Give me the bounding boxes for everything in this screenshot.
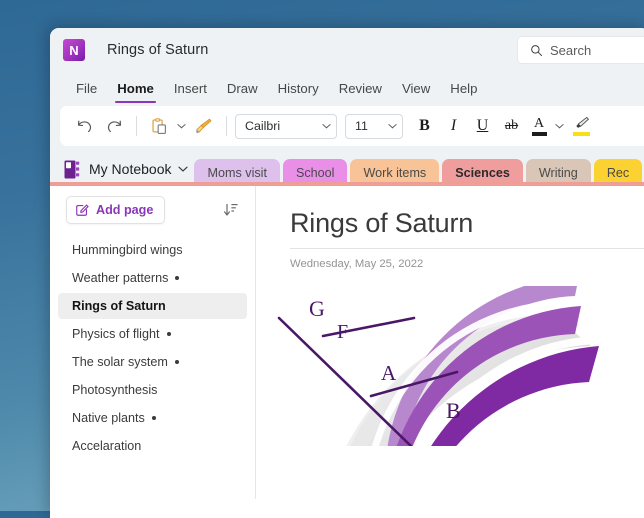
ribbon-toolbar: Cailbri 11 B I U ab A (60, 106, 644, 146)
font-size-select[interactable]: 11 (345, 113, 403, 139)
menu-bar: File Home Insert Draw History Review Vie… (50, 72, 644, 106)
notebook-name: My Notebook (89, 161, 172, 177)
page-item-label: Weather patterns (72, 271, 169, 285)
page-list-item-hummingbird-wings[interactable]: Hummingbird wings (58, 237, 247, 263)
page-list-item-the-solar-system[interactable]: The solar system (58, 349, 247, 375)
font-name-select[interactable]: Cailbri (235, 113, 337, 139)
highlight-color-swatch (572, 132, 590, 136)
menu-item-file[interactable]: File (66, 72, 107, 106)
font-color-chevron[interactable] (553, 112, 566, 140)
page-sidebar: Add page Hummingbird wings Weather patte… (50, 186, 256, 499)
content-area: Add page Hummingbird wings Weather patte… (50, 186, 644, 499)
page-list-item-photosynthesis[interactable]: Photosynthesis (58, 377, 247, 403)
page-list-item-physics-of-flight[interactable]: Physics of flight (58, 321, 247, 347)
unread-dot-icon (175, 276, 180, 280)
menu-item-home[interactable]: Home (107, 72, 164, 106)
redo-button[interactable] (100, 112, 128, 140)
notebook-icon (64, 160, 80, 178)
add-page-label: Add page (96, 203, 154, 217)
ring-label-a: A (381, 361, 397, 385)
paste-options-chevron[interactable] (175, 112, 188, 140)
menu-item-draw[interactable]: Draw (217, 72, 268, 106)
highlighter-pen-icon (575, 116, 589, 128)
font-color-letter: A (533, 115, 545, 131)
page-title-divider (290, 248, 644, 249)
font-color-button[interactable]: A (527, 115, 551, 136)
paste-button[interactable] (145, 112, 173, 140)
sort-pages-icon (224, 203, 238, 216)
search-input-placeholder: Search (550, 42, 592, 58)
add-page-pencil-icon (76, 204, 89, 216)
sort-pages-button[interactable] (221, 200, 241, 220)
clipboard-paste-icon (151, 117, 166, 134)
page-list-item-accelaration[interactable]: Accelaration (58, 433, 247, 459)
italic-button[interactable]: I (440, 117, 467, 135)
window-title: Rings of Saturn (107, 42, 209, 58)
chevron-down-icon (322, 124, 331, 129)
page-list-item-weather-patterns[interactable]: Weather patterns (58, 265, 247, 291)
chevron-down-icon (388, 124, 397, 129)
page-list-item-native-plants[interactable]: Native plants (58, 405, 247, 431)
search-box[interactable]: Search (518, 37, 644, 63)
undo-arrow-icon (77, 120, 91, 132)
page-item-label: Native plants (72, 411, 145, 425)
format-painter-brush-icon (196, 118, 212, 134)
page-date[interactable]: Wednesday, May 25, 2022 (290, 258, 644, 270)
section-tab-bar: My Notebook Moms visit School Work items… (50, 152, 644, 186)
menu-item-review[interactable]: Review (329, 72, 392, 106)
saturn-rings-diagram[interactable]: G F A B (261, 286, 621, 446)
ring-label-b: B (446, 398, 461, 423)
unread-dot-icon (151, 416, 156, 420)
ring-label-f: F (337, 321, 348, 343)
onenote-logo-icon: N (63, 39, 85, 61)
page-item-label: Accelaration (72, 439, 142, 453)
page-item-label: The solar system (72, 355, 168, 369)
underline-button[interactable]: U (469, 117, 496, 135)
notebook-picker[interactable]: My Notebook (50, 152, 189, 186)
page-item-label: Physics of flight (72, 327, 160, 341)
menu-item-insert[interactable]: Insert (164, 72, 217, 106)
menu-item-help[interactable]: Help (440, 72, 487, 106)
page-title[interactable]: Rings of Saturn (290, 208, 644, 239)
chevron-down-icon (555, 124, 564, 129)
bold-button[interactable]: B (411, 117, 438, 135)
undo-button[interactable] (70, 112, 98, 140)
sidebar-toolbar: Add page (50, 195, 255, 225)
add-page-button[interactable]: Add page (66, 196, 166, 224)
redo-arrow-icon (107, 120, 121, 132)
unread-dot-icon (166, 332, 171, 336)
title-bar: N Rings of Saturn Search (50, 28, 644, 72)
menu-item-history[interactable]: History (268, 72, 329, 106)
font-color-swatch (531, 131, 547, 136)
chevron-down-icon (178, 166, 189, 172)
highlighter-button[interactable] (568, 116, 594, 136)
page-item-label: Rings of Saturn (72, 299, 166, 313)
page-list: Hummingbird wings Weather patterns Rings… (50, 237, 255, 459)
font-size-value: 11 (355, 119, 368, 133)
ring-label-g: G (309, 296, 325, 321)
search-icon (531, 44, 543, 56)
ribbon-separator-1 (136, 116, 137, 136)
onenote-logo-letter: N (69, 42, 79, 58)
page-canvas[interactable]: Rings of Saturn Wednesday, May 25, 2022 (256, 186, 644, 499)
onenote-window: N Rings of Saturn Search File Home Inser… (50, 28, 644, 518)
format-painter-button[interactable] (190, 112, 218, 140)
page-list-item-rings-of-saturn[interactable]: Rings of Saturn (58, 293, 247, 319)
ribbon-separator-2 (226, 116, 227, 136)
unread-dot-icon (174, 360, 179, 364)
font-name-value: Cailbri (245, 119, 281, 133)
page-item-label: Hummingbird wings (72, 243, 183, 257)
chevron-down-icon (177, 124, 186, 129)
ribbon-container: Cailbri 11 B I U ab A (50, 106, 644, 152)
page-item-label: Photosynthesis (72, 383, 158, 397)
strikethrough-button[interactable]: ab (498, 118, 525, 134)
menu-item-view[interactable]: View (392, 72, 440, 106)
